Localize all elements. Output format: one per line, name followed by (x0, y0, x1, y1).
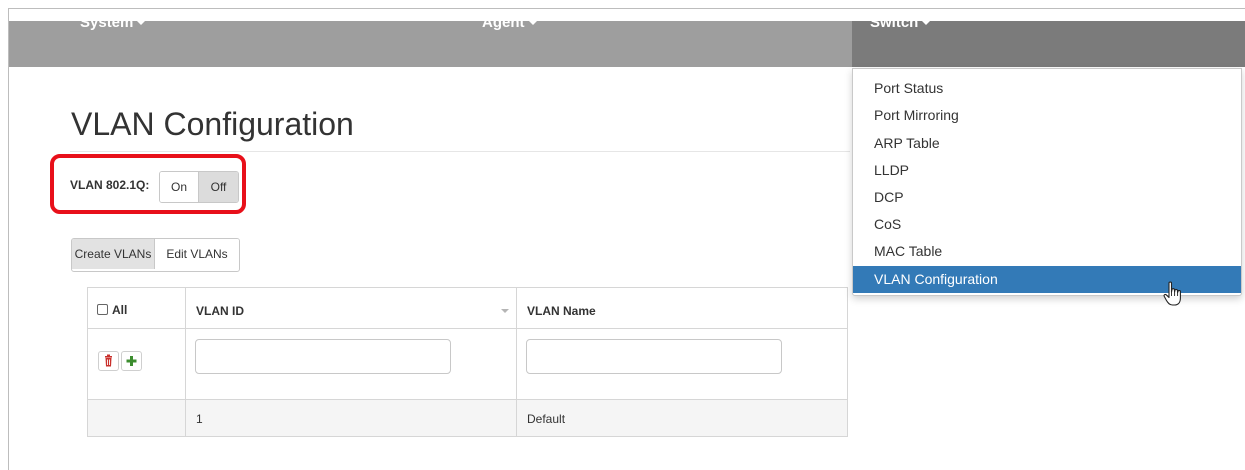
nav-switch-menu[interactable]: Switch (870, 0, 931, 46)
cell-vlan-name: Default (527, 412, 566, 426)
vlan-8021q-off-button[interactable]: Off (199, 172, 238, 202)
nav-system-label: System (80, 14, 134, 31)
column-header-vlan-id[interactable]: VLAN ID (196, 304, 244, 318)
trash-icon (105, 354, 112, 367)
delete-row-button[interactable] (98, 351, 119, 371)
nav-system-menu[interactable]: System (80, 0, 146, 46)
switch-dropdown-menu: Port Status Port Mirroring ARP Table LLD… (852, 68, 1242, 296)
select-all-checkbox[interactable] (97, 304, 108, 315)
cell-vlan-id: 1 (196, 412, 203, 426)
menu-item-arp-table[interactable]: ARP Table (853, 130, 1241, 157)
tab-create-vlans[interactable]: Create VLANs (72, 239, 155, 269)
nav-agent-label: Agent (482, 14, 525, 31)
title-divider (70, 151, 850, 152)
vlan-tabs: Create VLANs Edit VLANs (71, 238, 240, 272)
vlan-8021q-toggle: On Off (159, 171, 239, 203)
select-all-label: All (112, 303, 128, 317)
caret-down-icon (528, 21, 537, 26)
caret-down-icon (137, 21, 146, 26)
hand-pointer-icon (1163, 281, 1181, 306)
nav-agent-menu[interactable]: Agent (482, 0, 537, 46)
sort-down-icon[interactable] (501, 309, 509, 313)
row-divider (88, 399, 847, 400)
menu-item-port-mirroring[interactable]: Port Mirroring (853, 102, 1241, 129)
column-header-vlan-name[interactable]: VLAN Name (527, 304, 596, 318)
menu-item-lldp[interactable]: LLDP (853, 157, 1241, 184)
row-divider (88, 328, 847, 329)
vlan-8021q-label: VLAN 802.1Q: (70, 178, 150, 192)
column-divider (185, 288, 186, 436)
vlan-8021q-on-button[interactable]: On (160, 172, 200, 202)
add-row-button[interactable] (121, 351, 142, 371)
new-vlan-name-input[interactable] (526, 339, 782, 374)
new-vlan-id-input[interactable] (195, 339, 451, 374)
menu-item-dcp[interactable]: DCP (853, 184, 1241, 211)
caret-down-icon (922, 21, 931, 26)
menu-item-port-status[interactable]: Port Status (853, 75, 1241, 102)
menu-item-mac-table[interactable]: MAC Table (853, 238, 1241, 265)
nav-switch-label: Switch (870, 14, 919, 31)
tab-edit-vlans[interactable]: Edit VLANs (155, 239, 239, 269)
column-divider (516, 288, 517, 436)
menu-item-cos[interactable]: CoS (853, 211, 1241, 238)
vlan-table: All VLAN ID VLAN Name 1 Default (87, 287, 848, 437)
page-title: VLAN Configuration (71, 106, 354, 142)
plus-icon (126, 356, 137, 366)
